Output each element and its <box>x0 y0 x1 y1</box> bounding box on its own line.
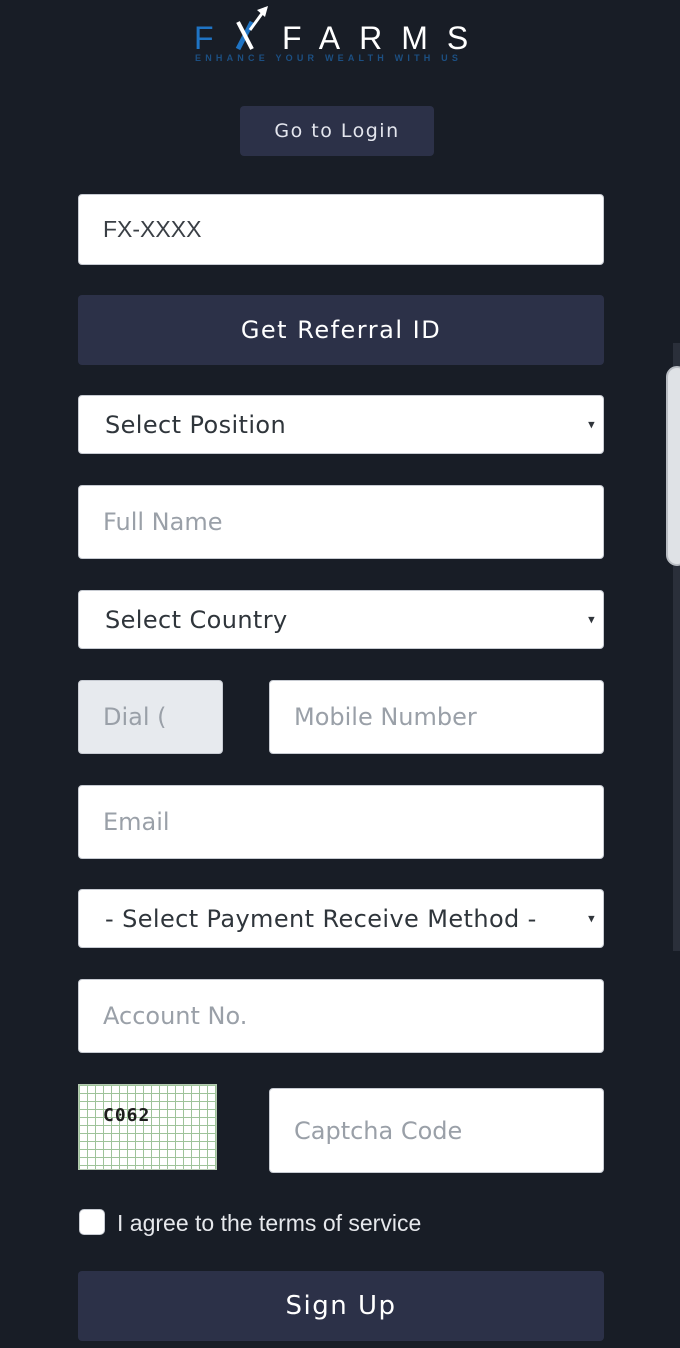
terms-checkbox[interactable] <box>79 1209 105 1235</box>
mobile-number-input[interactable]: Mobile Number <box>269 680 604 754</box>
payment-method-select[interactable]: - Select Payment Receive Method - ▾ <box>78 889 604 948</box>
sign-up-button[interactable]: Sign Up <box>78 1271 604 1341</box>
logo-tagline: ENHANCE YOUR WEALTH WITH US <box>195 53 462 63</box>
brand-logo: F FARMS ENHANCE YOUR WEALTH WITH US <box>190 4 490 70</box>
terms-label: I agree to the terms of service <box>117 1210 422 1236</box>
go-to-login-button[interactable]: Go to Login <box>240 106 434 156</box>
full-name-input[interactable]: Full Name <box>78 485 604 559</box>
captcha-code-input[interactable]: Captcha Code <box>269 1088 604 1173</box>
dial-code-input: Dial ( <box>78 680 223 754</box>
position-select-label: Select Position <box>105 410 287 439</box>
get-referral-id-button[interactable]: Get Referral ID <box>78 295 604 365</box>
payment-method-select-label: - Select Payment Receive Method - <box>105 904 537 933</box>
email-input[interactable]: Email <box>78 785 604 859</box>
country-select-label: Select Country <box>105 605 288 634</box>
captcha-image: C062 <box>78 1084 217 1170</box>
logo-letter-f: F <box>194 20 214 56</box>
chevron-down-icon: ▾ <box>588 911 595 926</box>
logo-wordmark: FARMS <box>282 20 487 56</box>
chevron-down-icon: ▾ <box>588 417 595 432</box>
referral-id-field[interactable]: FX-XXXX <box>78 194 604 265</box>
position-select[interactable]: Select Position ▾ <box>78 395 604 454</box>
account-number-input[interactable]: Account No. <box>78 979 604 1053</box>
country-select[interactable]: Select Country ▾ <box>78 590 604 649</box>
scrollbar-thumb[interactable] <box>666 366 680 566</box>
chevron-down-icon: ▾ <box>588 612 595 627</box>
captcha-image-text: C062 <box>103 1105 151 1126</box>
